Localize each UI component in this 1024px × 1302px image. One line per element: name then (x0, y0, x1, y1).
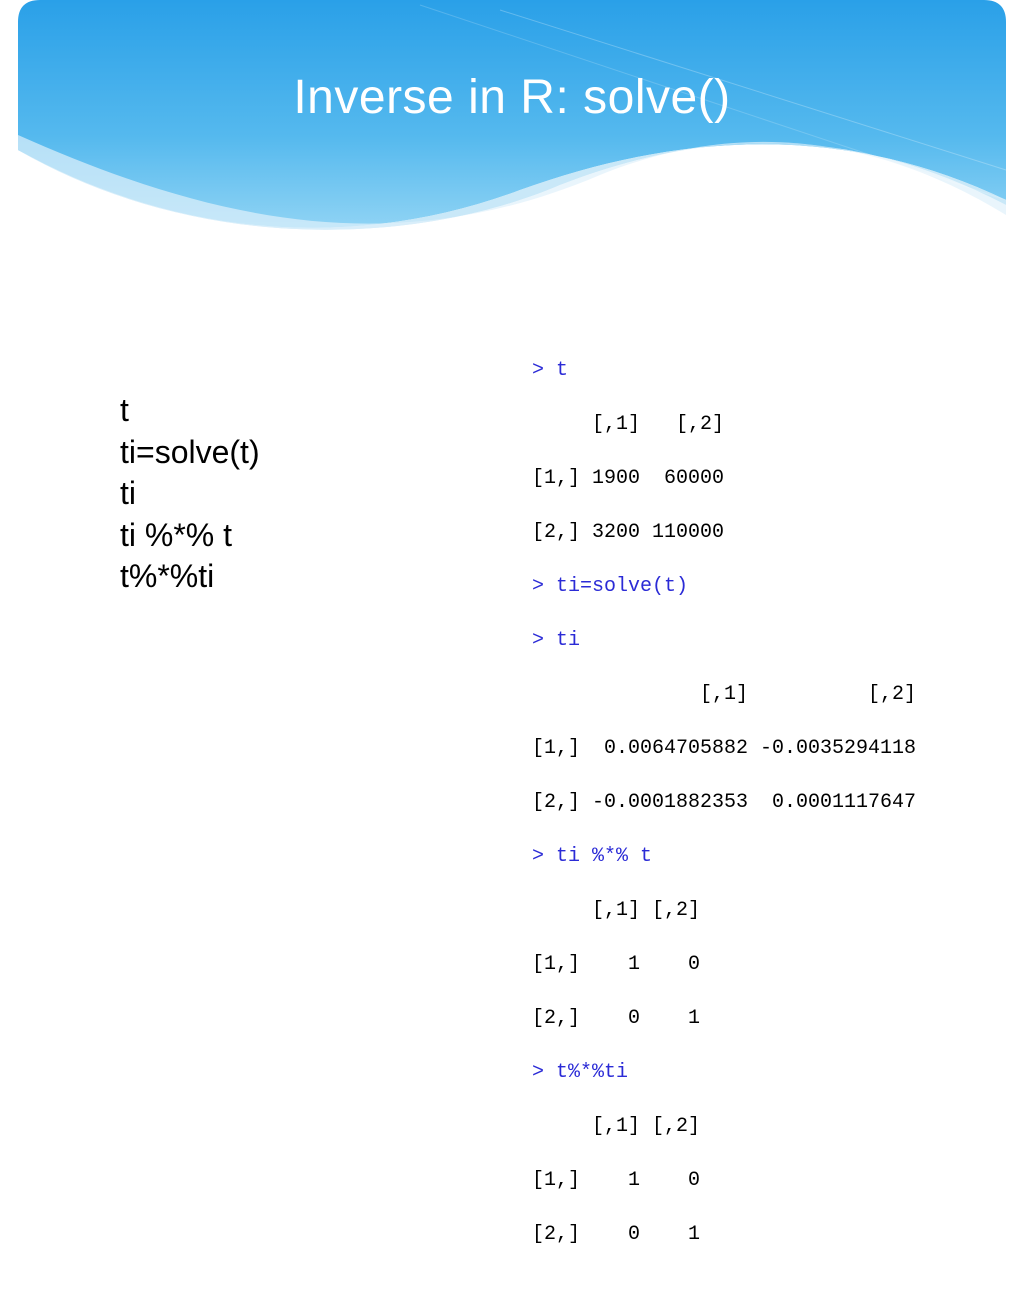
code-line: ti (120, 473, 512, 515)
code-line: t (120, 390, 512, 432)
console-output: [1,] 1900 60000 (532, 465, 1024, 492)
console-output: [2,] -0.0001882353 0.0001117647 (532, 789, 1024, 816)
console-output: [,1] [,2] (532, 897, 1024, 924)
r-console-output: > t [,1] [,2] [1,] 1900 60000 [2,] 3200 … (512, 330, 1024, 1302)
console-output: [2,] 0 1 (532, 1221, 1024, 1248)
console-output: [1,] 1 0 (532, 1167, 1024, 1194)
console-prompt: > t (532, 357, 1024, 384)
banner-svg (0, 0, 1024, 260)
slide-title: Inverse in R: solve() (0, 70, 1024, 125)
code-line: ti %*% t (120, 515, 512, 557)
console-output: [2,] 3200 110000 (532, 519, 1024, 546)
code-commands-list: t ti=solve(t) ti ti %*% t t%*%ti (0, 330, 512, 1302)
console-prompt: > ti %*% t (532, 843, 1024, 870)
console-output: [,1] [,2] (532, 681, 1024, 708)
console-prompt: > ti=solve(t) (532, 573, 1024, 600)
code-line: ti=solve(t) (120, 432, 512, 474)
code-line: t%*%ti (120, 556, 512, 598)
console-output: [1,] 0.0064705882 -0.0035294118 (532, 735, 1024, 762)
console-output: [1,] 1 0 (532, 951, 1024, 978)
console-prompt: > t%*%ti (532, 1059, 1024, 1086)
console-output: [,1] [,2] (532, 1113, 1024, 1140)
slide-content: t ti=solve(t) ti ti %*% t t%*%ti > t [,1… (0, 330, 1024, 1302)
slide-banner: Inverse in R: solve() (0, 0, 1024, 260)
console-output: [,1] [,2] (532, 411, 1024, 438)
console-prompt: > ti (532, 627, 1024, 654)
console-output: [2,] 0 1 (532, 1005, 1024, 1032)
